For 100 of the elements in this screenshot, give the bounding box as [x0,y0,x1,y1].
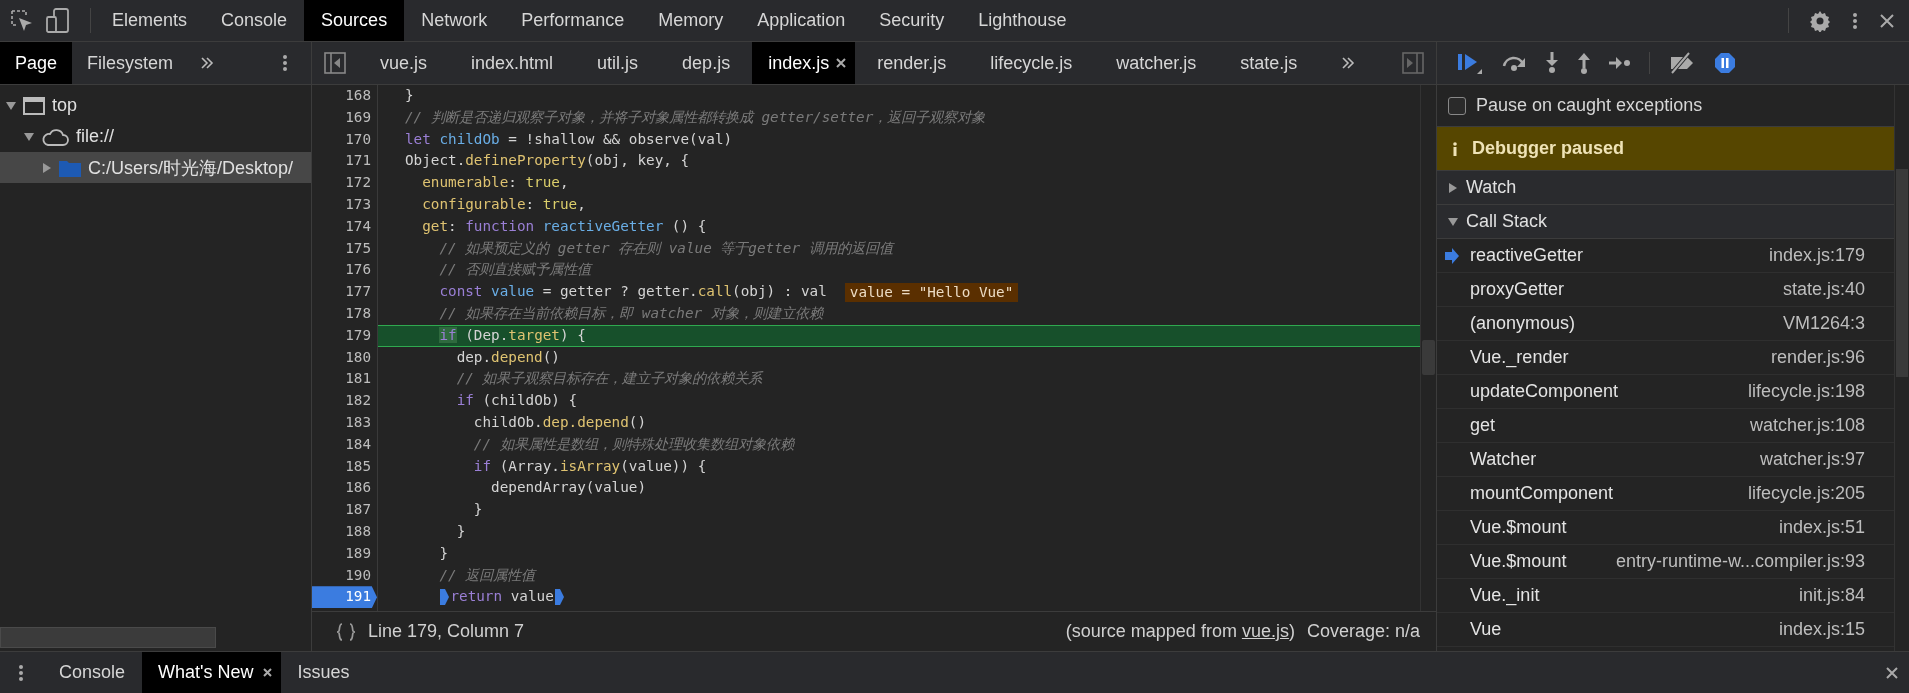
call-frame-name[interactable]: mountComponent [1470,483,1614,504]
code-line: const value = getter ? getter.call(obj) : val [438,282,827,302]
navigator-tab[interactable]: Filesystem [72,42,189,84]
file-tab[interactable]: dep.js [660,42,753,84]
call-frame-name[interactable]: (anonymous) [1470,313,1576,334]
step-over-icon[interactable] [1501,54,1527,72]
drawer-tab[interactable]: Console [42,652,143,693]
close-icon[interactable] [1885,665,1899,680]
call-frame-location[interactable]: index.js:51 [1778,517,1865,538]
line-number: 184 [344,434,372,454]
code-line: dep.depend() [455,347,560,367]
call-frame-name[interactable]: Vue.$mount [1470,517,1567,538]
resume-icon[interactable] [1457,51,1483,75]
call-frame-location[interactable]: lifecycle.js:205 [1747,483,1865,504]
call-frame-location[interactable]: entry-runtime-w...compiler.js:93 [1615,551,1865,572]
panel-tab[interactable]: Console [204,0,305,41]
more-options-icon[interactable] [283,54,287,72]
deactivate-breakpoints-icon[interactable] [1668,52,1696,74]
expanded-arrow-icon[interactable] [24,131,34,142]
close-icon[interactable] [261,667,273,678]
file-tab[interactable]: lifecycle.js [968,42,1095,84]
tree-item[interactable]: top [52,95,78,116]
more-tabs-icon[interactable] [1341,56,1356,70]
pretty-print-icon[interactable] [336,622,356,641]
line-number: 173 [344,195,372,214]
file-tab[interactable]: state.js [1218,42,1320,84]
step-out-icon[interactable] [1577,52,1591,74]
line-number: 183 [344,412,372,432]
call-frame-location[interactable]: init.js:84 [1798,585,1865,606]
breakpoint-marker[interactable]: 191 [312,586,377,609]
selected-tree-row[interactable]: C:/Users/时光海/Desktop/ [0,152,311,183]
pause-on-exceptions-icon[interactable] [1714,52,1736,74]
drawer-tab[interactable]: What's New [142,652,281,693]
call-frame-name[interactable]: proxyGetter [1470,279,1565,300]
line-number: 187 [344,500,372,520]
call-frame-name[interactable]: reactiveGetter [1470,245,1584,266]
call-frame-name[interactable]: updateComponent [1470,381,1619,402]
tree-item[interactable]: C:/Users/时光海/Desktop/ [88,155,294,180]
file-tab[interactable]: util.js [575,42,661,84]
line-number: 190 [344,565,372,585]
coverage-label: Coverage: n/a [1306,621,1420,642]
collapsed-arrow-icon[interactable] [42,162,52,173]
call-frame-name[interactable]: get [1470,415,1496,436]
inline-breakpoint-icon[interactable] [440,589,450,606]
scrollbar-thumb[interactable] [1422,340,1435,375]
tree-item[interactable]: file:// [76,126,114,147]
panel-tab[interactable]: Security [862,0,962,41]
checkbox-label[interactable]: Pause on caught exceptions [1476,95,1703,116]
source-link[interactable]: vue.js [1241,621,1289,641]
call-frame-location[interactable]: state.js:40 [1782,279,1865,300]
panel-tab[interactable]: Memory [641,0,741,41]
call-frame-location[interactable]: watcher.js:97 [1759,449,1865,470]
call-frame-location[interactable]: index.js:179 [1768,245,1865,266]
call-frame-location[interactable]: VM1264:3 [1782,313,1865,334]
more-options-icon[interactable] [1853,11,1857,30]
drawer-tab[interactable]: Issues [280,652,367,693]
call-frame-name[interactable]: Watcher [1470,449,1537,470]
settings-icon[interactable] [1809,9,1831,32]
step-into-icon[interactable] [1545,52,1559,74]
panel-tab[interactable]: Application [740,0,863,41]
step-icon[interactable] [1609,56,1631,70]
panel-tab[interactable]: Sources [304,0,405,41]
close-icon[interactable] [1879,12,1895,29]
more-options-icon[interactable] [19,663,23,682]
line-number: 171 [344,151,372,171]
folder-icon [59,158,81,177]
panel-tab[interactable]: Lighthouse [961,0,1084,41]
expanded-arrow-icon[interactable] [1448,216,1458,227]
code-line: // 如果预定义的 getter 存在则 value 等于getter 调用的返回值 [438,238,893,258]
checkbox[interactable] [1448,96,1466,115]
call-frame-location[interactable]: lifecycle.js:198 [1747,381,1865,402]
expanded-arrow-icon[interactable] [6,100,16,111]
call-frame-location[interactable]: index.js:15 [1778,619,1865,640]
call-frame-name[interactable]: Vue [1470,619,1502,640]
section-header[interactable]: Call Stack [1437,205,1894,239]
scrollbar-thumb[interactable] [0,627,216,648]
collapsed-arrow-icon[interactable] [1448,182,1458,193]
code-line: // 如果子观察目标存在，建立子对象的依赖关系 [455,369,763,389]
call-frame-location[interactable]: watcher.js:108 [1749,415,1865,436]
more-tabs-icon[interactable] [200,56,215,70]
navigator-tab[interactable]: Page [0,42,73,84]
file-tab[interactable]: render.js [855,42,969,84]
section-header[interactable]: Watch [1437,171,1894,205]
file-tab[interactable]: vue.js [358,42,450,84]
call-frame-location[interactable]: render.js:96 [1770,347,1865,368]
call-frame-name[interactable]: Vue._init [1470,585,1540,606]
call-frame-name[interactable]: Vue.$mount [1470,551,1567,572]
inline-breakpoint-icon[interactable] [554,589,564,606]
close-icon[interactable] [835,57,848,69]
file-tab[interactable]: index.html [449,42,576,84]
sidebar-toggle-icon[interactable] [1402,52,1424,74]
panel-tab[interactable]: Elements [95,0,205,41]
device-icon[interactable] [46,7,70,34]
file-tab[interactable]: watcher.js [1094,42,1219,84]
inspect-icon[interactable] [10,8,34,33]
panel-tab[interactable]: Performance [504,0,642,41]
file-tab[interactable]: index.js [752,42,856,84]
panel-tab[interactable]: Network [404,0,505,41]
call-frame-name[interactable]: Vue._render [1470,347,1569,368]
navigator-toggle-icon[interactable] [324,52,346,74]
